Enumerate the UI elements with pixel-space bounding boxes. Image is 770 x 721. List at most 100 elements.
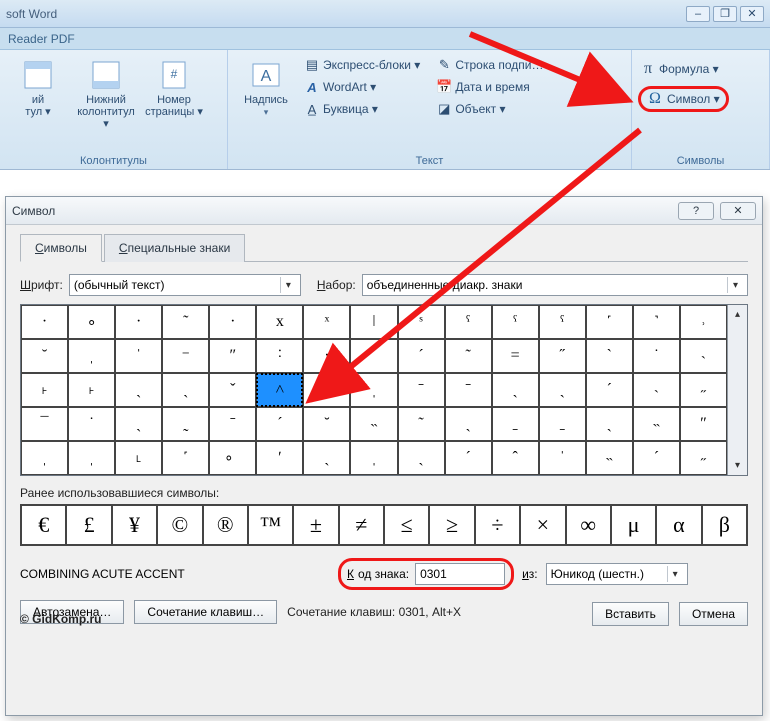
recent-symbol-cell[interactable]: ≥: [429, 505, 474, 545]
symbol-cell[interactable]: ˫: [68, 373, 115, 407]
symbol-cell[interactable]: ˏ: [115, 373, 162, 407]
symbol-cell[interactable]: ·: [21, 305, 68, 339]
symbol-cell[interactable]: ˹: [586, 305, 633, 339]
from-select[interactable]: Юникод (шестн.) ▾: [546, 563, 688, 585]
symbol-cell[interactable]: ·: [303, 339, 350, 373]
recent-symbol-cell[interactable]: ∞: [566, 505, 611, 545]
symbol-cell[interactable]: ´: [586, 373, 633, 407]
symbol-cell[interactable]: ˙: [633, 339, 680, 373]
dropcap-button[interactable]: A̲Буквица ▾: [302, 98, 422, 120]
symbol-cell[interactable]: ˜: [398, 407, 445, 441]
symbol-cell[interactable]: ˆ: [492, 441, 539, 475]
set-select[interactable]: объединенные диакр. знаки ▾: [362, 274, 748, 296]
footer-button[interactable]: Нижнийколонтитул ▾: [74, 54, 138, 134]
shortcut-key-button[interactable]: Сочетание клавиш…: [134, 600, 277, 624]
dialog-close-button[interactable]: ✕: [720, 202, 756, 220]
symbol-cell[interactable]: ˈ: [539, 441, 586, 475]
symbol-cell[interactable]: ˢ: [398, 305, 445, 339]
recent-symbol-cell[interactable]: ≠: [339, 505, 384, 545]
textbox-button[interactable]: A Надпись▾: [234, 54, 298, 122]
symbol-cell[interactable]: ˺: [633, 305, 680, 339]
quickparts-button[interactable]: ▤Экспресс-блоки ▾: [302, 54, 422, 76]
dialog-help-button[interactable]: ?: [678, 202, 714, 220]
symbol-cell[interactable]: ˴: [680, 339, 727, 373]
symbol-cell[interactable]: ˁ: [539, 305, 586, 339]
symbol-cell[interactable]: ˇ: [209, 373, 256, 407]
insert-button[interactable]: Вставить: [592, 602, 669, 626]
cancel-button[interactable]: Отмена: [679, 602, 748, 626]
symbol-cell[interactable]: ˵: [586, 441, 633, 475]
maximize-button[interactable]: ❐: [713, 6, 737, 22]
recent-symbol-cell[interactable]: £: [66, 505, 111, 545]
symbol-cell[interactable]: ¯: [21, 407, 68, 441]
symbol-cell[interactable]: ˏ: [303, 441, 350, 475]
symbol-cell[interactable]: ˹: [162, 441, 209, 475]
symbol-cell[interactable]: ˌ: [68, 441, 115, 475]
symbol-cell[interactable]: ˏ: [539, 373, 586, 407]
symbol-cell[interactable]: ˎ: [398, 441, 445, 475]
equation-button[interactable]: π Формула ▾: [638, 58, 721, 80]
recent-symbol-cell[interactable]: ≤: [384, 505, 429, 545]
header-button[interactable]: ийтул ▾: [6, 54, 70, 122]
symbol-cell[interactable]: ˶: [680, 441, 727, 475]
symbol-cell[interactable]: ʹ: [256, 441, 303, 475]
symbol-cell[interactable]: ´: [256, 407, 303, 441]
symbol-cell[interactable]: ´: [633, 441, 680, 475]
symbol-cell[interactable]: ˸: [256, 339, 303, 373]
symbol-cell[interactable]: ⃘: [209, 441, 256, 475]
symbol-cell[interactable]: ˄: [256, 373, 303, 407]
recent-symbol-cell[interactable]: ×: [520, 505, 565, 545]
symbol-cell[interactable]: ˜: [162, 305, 209, 339]
recent-symbol-cell[interactable]: ±: [293, 505, 338, 545]
recent-symbols-grid[interactable]: €£¥©®™±≠≤≥÷×∞μαβ: [20, 504, 748, 546]
symbol-cell[interactable]: ˵: [350, 407, 397, 441]
symbol-cell[interactable]: ˏ: [586, 407, 633, 441]
symbol-cell[interactable]: ˒: [680, 305, 727, 339]
symbol-cell[interactable]: ˙: [68, 407, 115, 441]
date-time-button[interactable]: 📅Дата и время: [434, 76, 545, 98]
recent-symbol-cell[interactable]: β: [702, 505, 747, 545]
symbol-cell[interactable]: =: [492, 339, 539, 373]
symbol-cell[interactable]: ˉ: [209, 407, 256, 441]
tab-special-chars[interactable]: Специальные знаки: [104, 234, 245, 262]
symbol-cell[interactable]: ˶: [680, 373, 727, 407]
symbol-cell[interactable]: ˈ: [115, 339, 162, 373]
symbol-cell[interactable]: ˤ: [492, 305, 539, 339]
recent-symbol-cell[interactable]: ÷: [475, 505, 520, 545]
symbol-cell[interactable]: ·: [209, 305, 256, 339]
symbol-cell[interactable]: ˌ: [350, 441, 397, 475]
symbol-cell[interactable]: ″: [209, 339, 256, 373]
recent-symbol-cell[interactable]: ¥: [112, 505, 157, 545]
symbol-cell[interactable]: ´: [350, 339, 397, 373]
symbol-cell[interactable]: ˆ: [303, 373, 350, 407]
grid-scrollbar[interactable]: ▴ ▾: [727, 305, 747, 475]
minimize-button[interactable]: –: [686, 6, 710, 22]
tab-symbols[interactable]: Символы: [20, 234, 102, 262]
signature-line-button[interactable]: ✎Строка подпи…: [434, 54, 545, 76]
symbol-cell[interactable]: ·: [115, 305, 162, 339]
recent-symbol-cell[interactable]: μ: [611, 505, 656, 545]
symbol-cell[interactable]: ˎ: [445, 407, 492, 441]
symbol-cell[interactable]: ˵: [633, 407, 680, 441]
symbol-cell[interactable]: ″: [680, 407, 727, 441]
symbol-cell[interactable]: ˁ: [445, 305, 492, 339]
symbol-cell[interactable]: ˣ: [303, 305, 350, 339]
page-number-button[interactable]: # Номерстраницы ▾: [142, 54, 206, 122]
symbol-cell[interactable]: ˘: [21, 339, 68, 373]
symbol-cell[interactable]: ˪: [115, 441, 162, 475]
symbol-cell[interactable]: ´: [445, 441, 492, 475]
font-select[interactable]: (обычный текст) ▾: [69, 274, 301, 296]
wordart-button[interactable]: AWordArt ▾: [302, 76, 422, 98]
symbol-cell[interactable]: ˏ: [492, 373, 539, 407]
symbol-cell[interactable]: ˎ: [115, 407, 162, 441]
symbol-button[interactable]: Ω Символ ▾: [638, 86, 729, 112]
close-button[interactable]: ✕: [740, 6, 764, 22]
char-code-input[interactable]: 0301: [415, 563, 505, 585]
symbol-cell[interactable]: ˌ: [350, 373, 397, 407]
symbol-cell[interactable]: ˍ: [492, 407, 539, 441]
symbol-cell[interactable]: ˉ: [445, 373, 492, 407]
symbol-cell[interactable]: `: [586, 339, 633, 373]
symbol-cell[interactable]: ˷: [162, 407, 209, 441]
object-button[interactable]: ◪Объект ▾: [434, 98, 545, 120]
symbol-cell[interactable]: x: [256, 305, 303, 339]
